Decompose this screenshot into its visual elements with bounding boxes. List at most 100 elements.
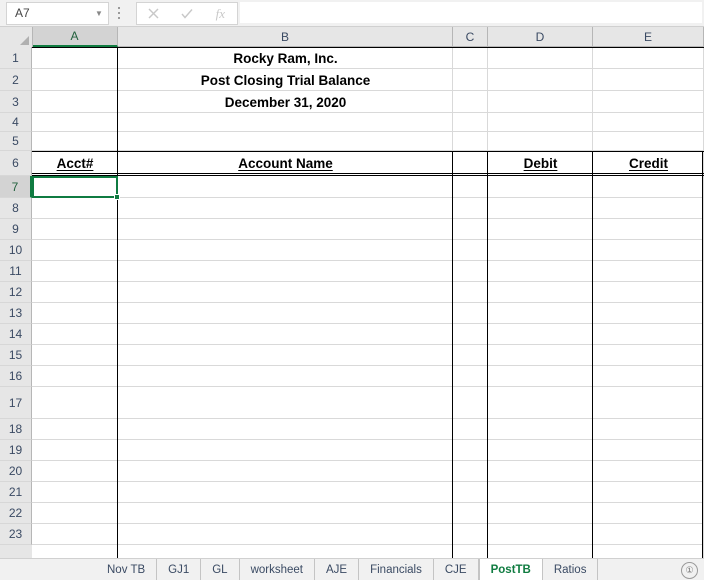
- row-header-13[interactable]: 13: [0, 303, 32, 324]
- cell-B1-company-name: Rocky Ram, Inc.: [233, 50, 338, 66]
- sheet-tab-financials[interactable]: Financials: [359, 559, 434, 580]
- gridline-horizontal: [32, 218, 704, 219]
- cell-area[interactable]: Rocky Ram, Inc. Post Closing Trial Balan…: [32, 47, 704, 558]
- row-header-label: 4: [12, 115, 19, 129]
- tab-scroll-buttons[interactable]: [0, 559, 96, 580]
- row-header-label: 18: [8, 422, 23, 436]
- function-icon-label: fx: [215, 5, 225, 21]
- row-header-label: 8: [12, 201, 19, 215]
- cell-B2-report-title: Post Closing Trial Balance: [200, 72, 371, 88]
- row-header-label: 10: [8, 243, 23, 257]
- column-header-label: D: [535, 29, 545, 44]
- gridline-horizontal: [32, 281, 704, 282]
- selected-cell-A7[interactable]: [32, 176, 118, 198]
- sheet-tab-bar: Nov TB GJ1 GL worksheet AJE Financials CJE Post…: [0, 558, 704, 580]
- column-header-label: B: [280, 29, 289, 44]
- border-E-right: [702, 151, 703, 558]
- row-header-14[interactable]: 14: [0, 324, 32, 345]
- formula-input[interactable]: [240, 2, 702, 23]
- row-header-column: 1 2 3 4 5 6 7 8 9 10 11 12 13 14 15 16 17 18 19 20 21 22 23: [0, 47, 32, 558]
- spreadsheet-grid[interactable]: ABCDE 1 2 3 4 5 6 7 8 9 10 11 12 13 14 15 16 17 18 19 20 21 2…: [0, 27, 704, 558]
- row-header-label: 3: [12, 94, 19, 109]
- row-header-label: 22: [8, 506, 23, 520]
- row-header-16[interactable]: 16: [0, 366, 32, 387]
- gridline-vertical: [592, 113, 593, 151]
- row-header-18[interactable]: 18: [0, 419, 32, 440]
- sheet-tab-posttb[interactable]: PostTB: [478, 559, 543, 580]
- row-header-label: 15: [8, 348, 23, 362]
- gridline-horizontal: [32, 481, 704, 482]
- row-header-11[interactable]: 11: [0, 261, 32, 282]
- row-header-22[interactable]: 22: [0, 503, 32, 524]
- sheet-tab-label: GJ1: [168, 563, 190, 576]
- column-header-A[interactable]: A: [32, 27, 118, 47]
- sheet-tab-gj1[interactable]: GJ1: [157, 559, 202, 580]
- row-header-10[interactable]: 10: [0, 240, 32, 261]
- sheet-tab-nov-tb[interactable]: Nov TB: [96, 559, 158, 580]
- sheet-tab-gl[interactable]: GL: [201, 559, 240, 580]
- sheet-tab-worksheet[interactable]: worksheet: [239, 559, 315, 580]
- row-header-label: 6: [12, 156, 19, 170]
- column-header-D[interactable]: D: [488, 27, 593, 47]
- gridline-horizontal: [32, 197, 704, 198]
- row-header-6[interactable]: 6: [0, 151, 32, 176]
- gridline-horizontal: [32, 344, 704, 345]
- row-header-2[interactable]: 2: [0, 69, 32, 91]
- select-all-triangle-icon: [20, 36, 29, 45]
- row-header-21[interactable]: 21: [0, 482, 32, 503]
- sheet-tab-label: Financials: [370, 563, 422, 576]
- row-header-15[interactable]: 15: [0, 345, 32, 366]
- row-header-5[interactable]: 5: [0, 132, 32, 151]
- row-header-label: 21: [8, 485, 23, 499]
- chevron-down-icon[interactable]: ▼: [90, 4, 108, 23]
- row-header-23[interactable]: 23: [0, 524, 32, 545]
- row-header-3[interactable]: 3: [0, 91, 32, 113]
- formula-bar-separator: [118, 4, 119, 22]
- row-header-label: 19: [8, 443, 23, 457]
- row-header-17[interactable]: 17: [0, 387, 32, 419]
- row-header-label: 7: [11, 179, 19, 194]
- info-icon-glyph: ①: [685, 565, 694, 575]
- column-header-B[interactable]: B: [118, 27, 453, 47]
- sheet-tab-cje[interactable]: CJE: [433, 559, 479, 580]
- cell-B6-header-account-name: Account Name: [238, 156, 333, 171]
- function-icon[interactable]: fx: [205, 4, 235, 23]
- cancel-icon[interactable]: [139, 4, 169, 23]
- gridline-horizontal: [32, 260, 704, 261]
- formula-bar: A7 ▼ fx: [0, 0, 704, 27]
- gridline-horizontal: [32, 544, 704, 545]
- row-header-label: 11: [9, 264, 22, 278]
- sheet-tab-label: PostTB: [490, 563, 531, 576]
- gridline-horizontal: [32, 386, 704, 387]
- sheet-tab-label: Ratios: [553, 563, 587, 576]
- row-header-12[interactable]: 12: [0, 282, 32, 303]
- row-header-label: 20: [8, 464, 23, 478]
- row-header-label: 2: [12, 72, 19, 87]
- select-all-corner[interactable]: [0, 27, 33, 48]
- gridline-vertical: [452, 113, 453, 151]
- row-header-8[interactable]: 8: [0, 198, 32, 219]
- column-header-C[interactable]: C: [453, 27, 488, 47]
- confirm-icon[interactable]: [172, 4, 202, 23]
- row-header-label: 5: [12, 134, 19, 148]
- sheet-tab-ratios[interactable]: Ratios: [542, 559, 599, 580]
- formula-bar-buttons: fx: [136, 2, 238, 25]
- row-header-1[interactable]: 1: [0, 47, 32, 69]
- sheet-tab-label: GL: [212, 563, 228, 576]
- info-icon[interactable]: ①: [681, 562, 698, 579]
- name-box[interactable]: A7 ▼: [6, 2, 109, 25]
- sheet-tab-aje[interactable]: AJE: [315, 559, 360, 580]
- row-header-20[interactable]: 20: [0, 461, 32, 482]
- row-header-4[interactable]: 4: [0, 113, 32, 132]
- row-header-9[interactable]: 9: [0, 219, 32, 240]
- cell-E6-header-credit: Credit: [628, 156, 668, 171]
- gridline-horizontal: [32, 460, 704, 461]
- border-D-E: [592, 151, 593, 558]
- column-header-E[interactable]: E: [593, 27, 704, 47]
- fill-handle[interactable]: [114, 194, 120, 200]
- column-header-label: C: [465, 29, 475, 44]
- row-header-label: 23: [8, 527, 23, 541]
- row-header-7[interactable]: 7: [0, 176, 32, 198]
- row-header-19[interactable]: 19: [0, 440, 32, 461]
- border-A-B: [117, 47, 118, 558]
